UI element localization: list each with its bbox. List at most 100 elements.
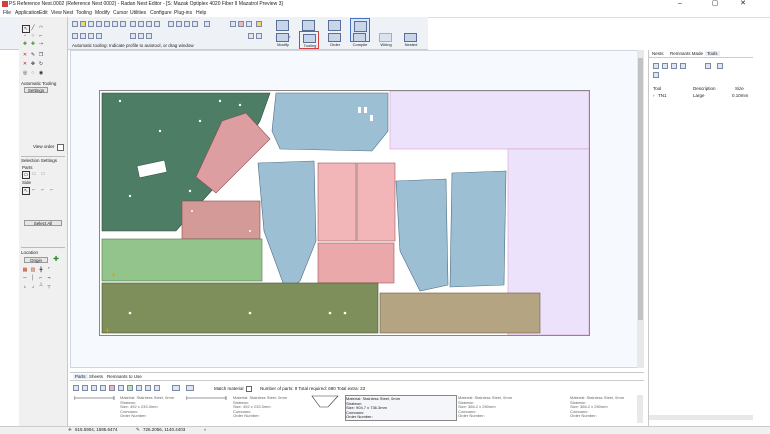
- tab-parts[interactable]: Parts: [73, 374, 88, 379]
- snap-icon[interactable]: ◐: [204, 427, 207, 432]
- part-refresh-icon[interactable]: [118, 385, 124, 391]
- menu-edit[interactable]: Edit: [39, 10, 48, 16]
- menu-application[interactable]: Application: [15, 10, 39, 16]
- side-select-icon[interactable]: ↖: [22, 187, 30, 195]
- rotate-icon[interactable]: [176, 21, 182, 27]
- order-button[interactable]: Order: [325, 31, 345, 49]
- part-card[interactable]: Material: Stainless Steel, 0mm Strategy:…: [570, 395, 634, 419]
- tab-remnants-made[interactable]: Remnants Made: [670, 51, 703, 56]
- select-tool-icon[interactable]: ↖: [22, 25, 30, 33]
- print-icon[interactable]: [96, 21, 102, 27]
- report-icon[interactable]: [146, 33, 152, 39]
- pencil-icon[interactable]: [130, 21, 136, 27]
- save-icon[interactable]: [88, 21, 94, 27]
- menu-nest[interactable]: Nest: [63, 10, 73, 16]
- part-card[interactable]: Material: Stainless Steel, 0mm Strategy:…: [458, 395, 568, 419]
- autotool-icon[interactable]: ✚: [22, 41, 28, 47]
- zoom-icon[interactable]: [146, 21, 152, 27]
- edge-tool-icon[interactable]: ⌐: [38, 33, 44, 39]
- expand-icon[interactable]: ›: [653, 93, 655, 98]
- microjoint-icon[interactable]: ◉: [38, 70, 44, 76]
- location-vert-icon[interactable]: │: [30, 275, 36, 281]
- punch-tool-icon[interactable]: ▫: [22, 33, 28, 39]
- table-row[interactable]: › TN1 Large 0.10mm: [649, 93, 753, 99]
- info-icon[interactable]: [246, 21, 252, 27]
- help-icon[interactable]: [256, 21, 262, 27]
- mirror-icon[interactable]: [184, 21, 190, 27]
- location-corner-icon[interactable]: ⌜: [46, 267, 52, 273]
- select-all-button[interactable]: Select All: [24, 220, 62, 226]
- minimize-button[interactable]: –: [671, 0, 689, 9]
- tooling-button[interactable]: Tooling: [299, 31, 319, 49]
- parts-option2-icon[interactable]: ▭: [40, 171, 46, 177]
- measure-icon[interactable]: [138, 21, 144, 27]
- refresh-icon[interactable]: [168, 21, 174, 27]
- part-info-icon[interactable]: [154, 385, 160, 391]
- menu-file[interactable]: File: [3, 10, 11, 16]
- cut-icon[interactable]: [104, 21, 110, 27]
- new-icon[interactable]: [72, 21, 78, 27]
- tool-columns-icon[interactable]: [717, 63, 723, 69]
- modify-button[interactable]: Modify: [273, 31, 293, 49]
- part-columns-icon[interactable]: [186, 385, 194, 391]
- menu-configure[interactable]: Configure: [150, 10, 172, 16]
- scrollbar-thumb[interactable]: [638, 58, 643, 320]
- canvas-scrollbar[interactable]: [637, 50, 644, 368]
- sheet[interactable]: + +: [99, 90, 590, 336]
- layers-icon[interactable]: [230, 21, 236, 27]
- part-ok-icon[interactable]: [127, 385, 133, 391]
- previous-icon[interactable]: [80, 33, 86, 39]
- compile-button[interactable]: Compile: [350, 31, 370, 49]
- cards-scrollbar[interactable]: [637, 395, 643, 423]
- view-order-checkbox[interactable]: [57, 144, 64, 151]
- nibble-tool-icon[interactable]: ⁘: [30, 33, 36, 39]
- location-columns-icon[interactable]: ▥: [30, 267, 36, 273]
- tool-edit-icon[interactable]: ✎: [30, 52, 36, 58]
- match-material-checkbox[interactable]: [246, 386, 252, 392]
- move-icon[interactable]: [192, 21, 198, 27]
- location-br-icon[interactable]: ⌟: [30, 283, 36, 289]
- menu-help[interactable]: Help: [196, 10, 206, 16]
- menu-cursor[interactable]: Cursor: [113, 10, 128, 16]
- part-icon[interactable]: [238, 21, 244, 27]
- close-button[interactable]: ✕: [734, 0, 752, 9]
- lead-in-icon[interactable]: ◌: [30, 70, 36, 76]
- first-icon[interactable]: [72, 33, 78, 39]
- undo-icon[interactable]: [112, 21, 118, 27]
- tool-list-icon[interactable]: [680, 63, 686, 69]
- grid-icon[interactable]: [204, 21, 210, 27]
- arc-tool-icon[interactable]: ◠: [38, 25, 44, 31]
- tool-print-icon[interactable]: [653, 72, 659, 78]
- wiring-button[interactable]: Wiring: [376, 31, 396, 49]
- remove-tooling-icon[interactable]: ✕: [22, 61, 28, 67]
- part-filter-icon[interactable]: [136, 385, 142, 391]
- nested-button[interactable]: Nested: [401, 31, 421, 49]
- tab-tools[interactable]: Tools: [705, 51, 720, 56]
- part-view-icon[interactable]: [172, 385, 180, 391]
- location-bracket-icon[interactable]: ⌐: [38, 275, 44, 281]
- settings-button[interactable]: Settings: [24, 87, 48, 93]
- menu-utilities[interactable]: Utilities: [130, 10, 146, 16]
- pan-icon[interactable]: [154, 21, 160, 27]
- nest-view-icon[interactable]: [138, 33, 144, 39]
- location-bracket2-icon[interactable]: ¬: [46, 275, 52, 281]
- line-tool-icon[interactable]: ╱: [30, 25, 36, 31]
- parts-select-icon[interactable]: ▭: [22, 171, 30, 179]
- open-folder-icon[interactable]: [80, 21, 86, 27]
- tab-sheets[interactable]: Sheets: [89, 374, 103, 379]
- menu-view[interactable]: View: [51, 10, 62, 16]
- window-tile-icon[interactable]: [248, 33, 254, 39]
- tool-group-icon[interactable]: [671, 63, 677, 69]
- tool-copy-icon[interactable]: ❐: [38, 52, 44, 58]
- tool-view-icon[interactable]: [705, 63, 711, 69]
- add-location-icon[interactable]: ✚: [53, 256, 59, 263]
- part-delete-icon[interactable]: [109, 385, 115, 391]
- location-t-icon[interactable]: ┴: [38, 283, 44, 289]
- location-line-icon[interactable]: ─: [22, 275, 28, 281]
- side-option3-icon[interactable]: ⌐: [49, 187, 55, 193]
- part-save-icon[interactable]: [91, 385, 97, 391]
- nest-canvas[interactable]: + +: [70, 50, 644, 368]
- menu-plugins[interactable]: Plug-ins: [174, 10, 192, 16]
- part-sort-icon[interactable]: [145, 385, 151, 391]
- tool-new-icon[interactable]: [662, 63, 668, 69]
